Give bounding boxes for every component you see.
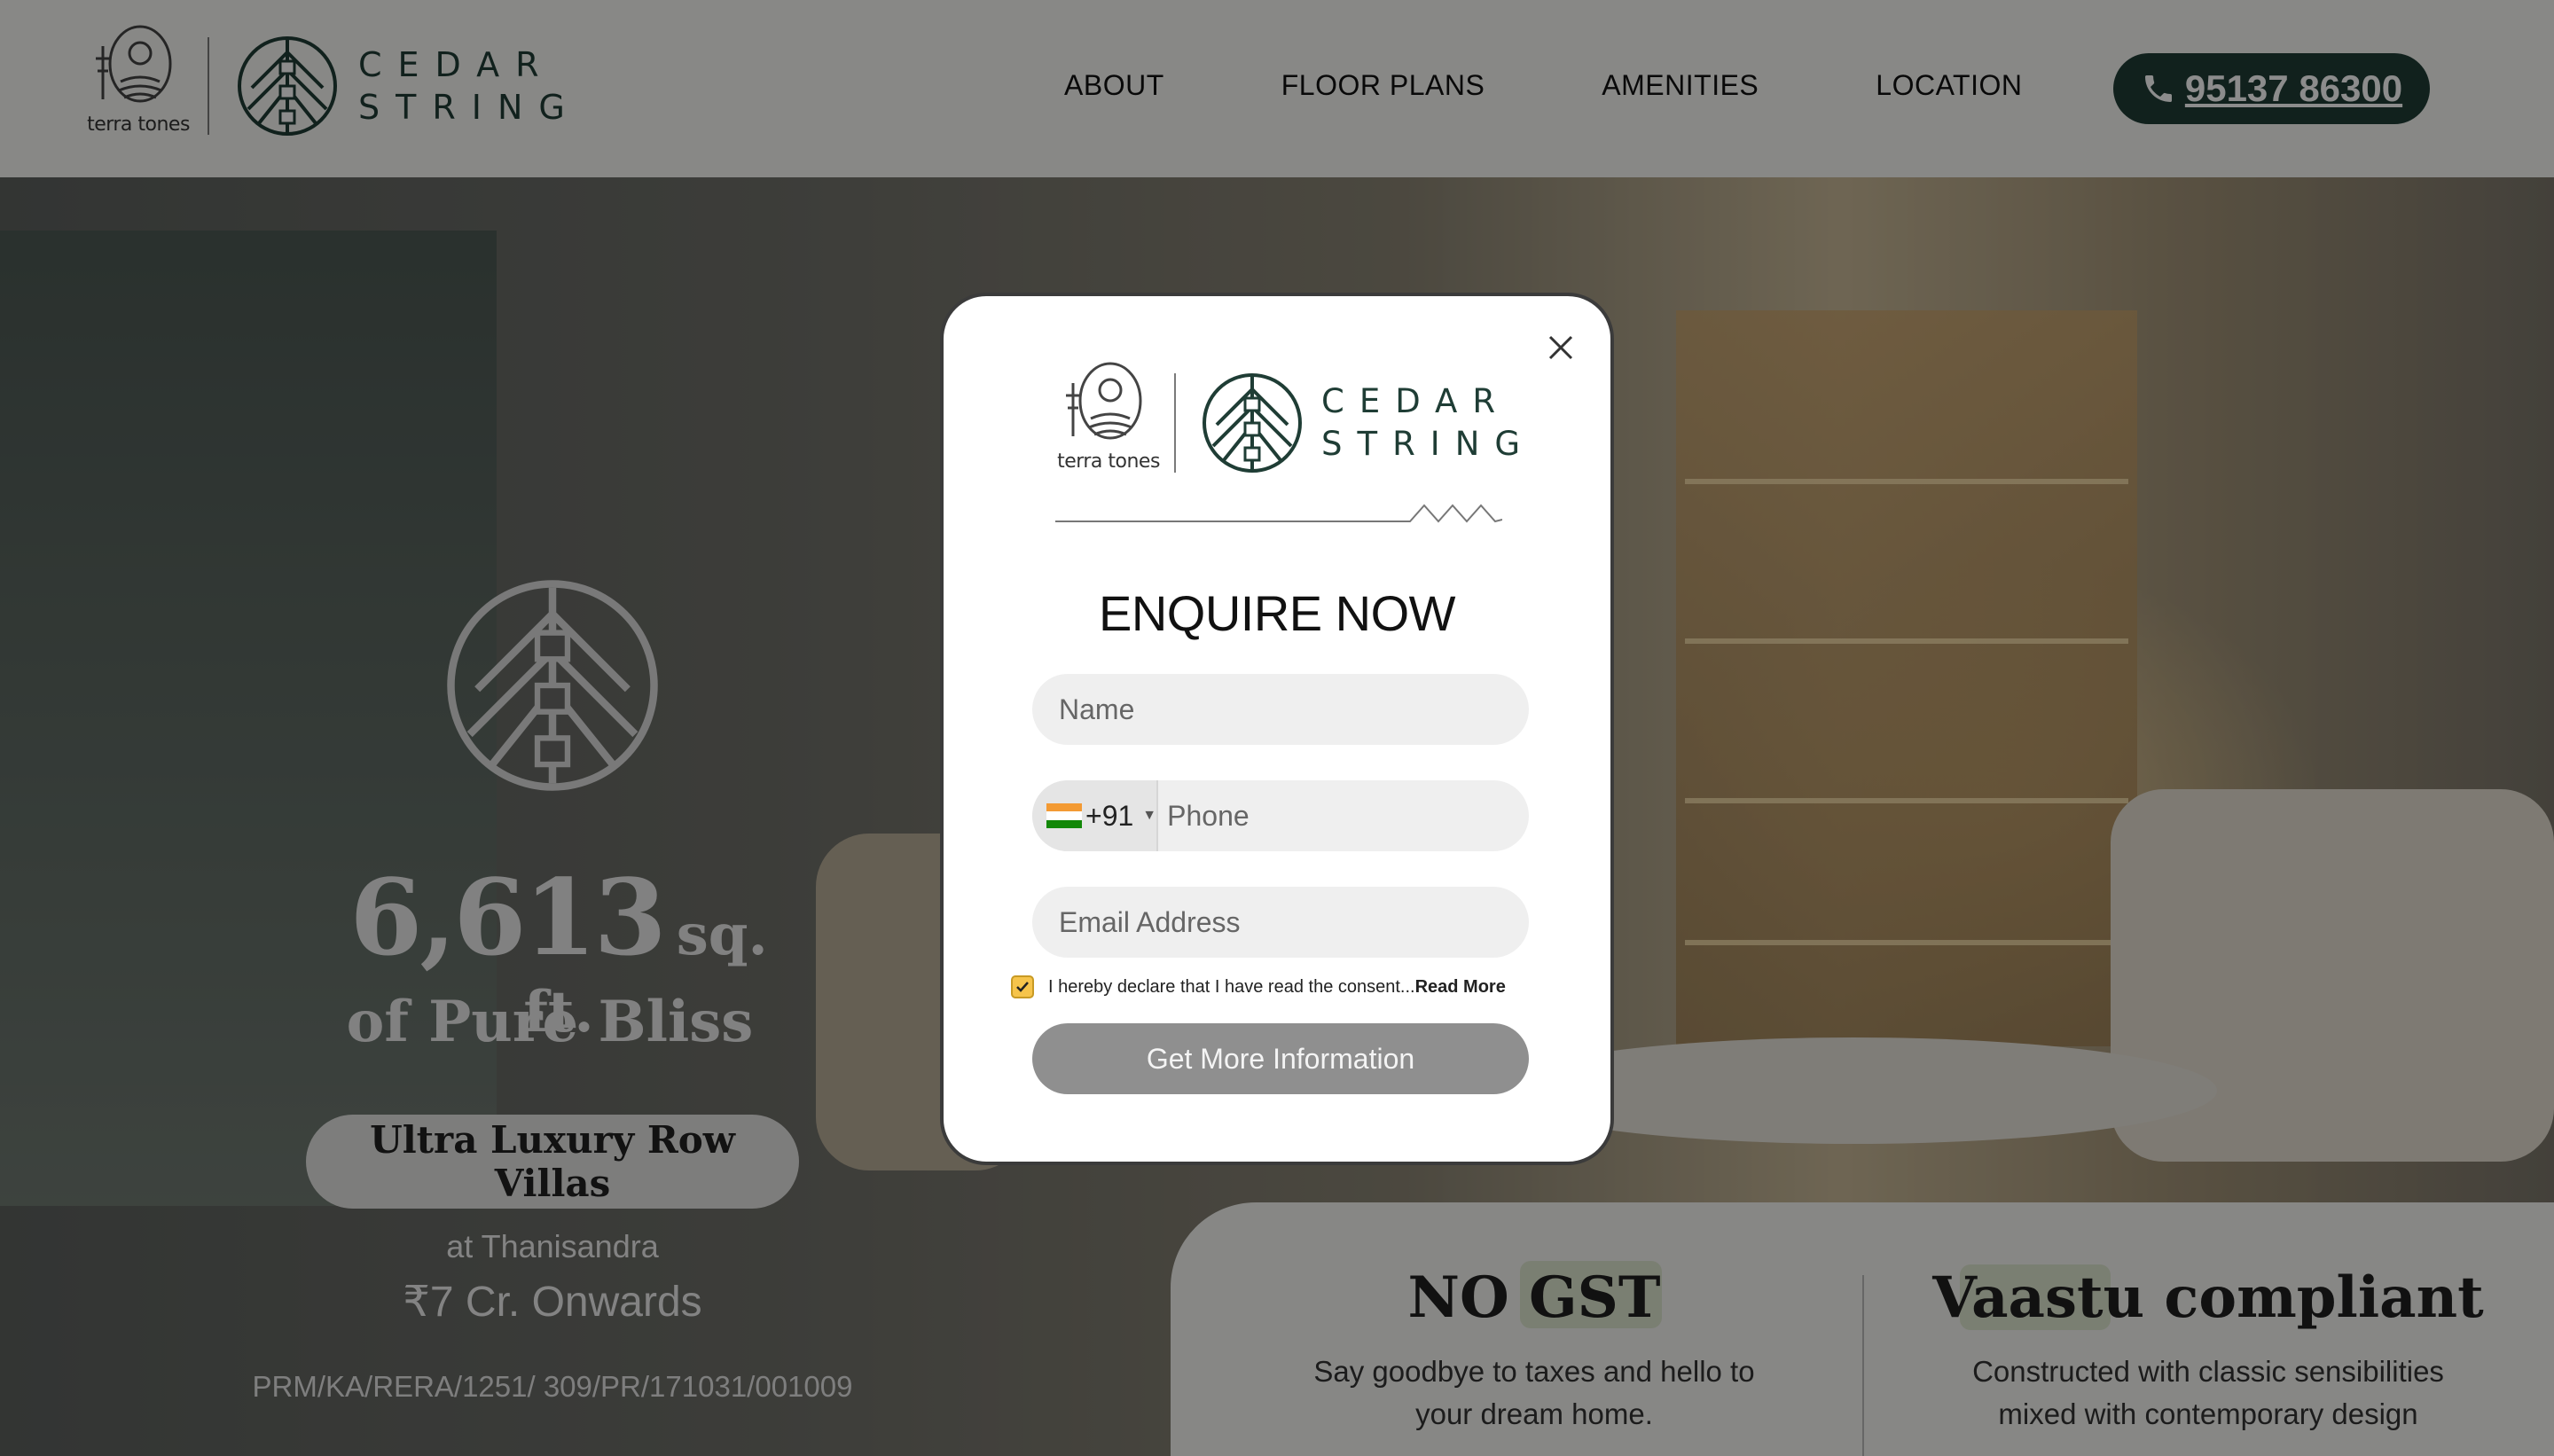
read-more-link[interactable]: Read More bbox=[1415, 977, 1506, 998]
phone-input[interactable] bbox=[1158, 780, 1529, 851]
close-icon[interactable] bbox=[1543, 330, 1579, 365]
checkmark-icon bbox=[1016, 982, 1029, 992]
country-code-select[interactable]: +91 ▼ bbox=[1032, 780, 1159, 851]
consent-row: I hereby declare that I have read the co… bbox=[1011, 975, 1506, 998]
terra-tones-emblem-icon bbox=[1066, 362, 1142, 440]
wordmark-line-1: CEDAR bbox=[1321, 382, 1511, 420]
modal-brand-logo: terra tones CEDAR STRING bbox=[1055, 356, 1535, 489]
modal-title: ENQUIRE NOW bbox=[1098, 585, 1456, 641]
submit-button[interactable]: Get More Information bbox=[1032, 1023, 1529, 1094]
decorative-line bbox=[1055, 504, 1502, 523]
chevron-down-icon: ▼ bbox=[1142, 808, 1157, 823]
cedar-string-wordmark: CEDAR STRING bbox=[1321, 380, 1535, 466]
terra-tones-logo: terra tones bbox=[1055, 356, 1162, 489]
name-input[interactable] bbox=[1032, 674, 1529, 745]
wordmark-line-2: STRING bbox=[1321, 425, 1536, 463]
terra-tones-text: terra tones bbox=[1057, 450, 1160, 473]
email-field bbox=[1032, 887, 1529, 958]
enquiry-modal: terra tones CEDAR STRING ENQUIRE NOW Nam… bbox=[940, 293, 1614, 1165]
logo-divider bbox=[1174, 373, 1176, 473]
name-field bbox=[1032, 674, 1529, 745]
country-code: +91 bbox=[1085, 799, 1134, 832]
phone-field: +91 ▼ bbox=[1032, 780, 1529, 851]
india-flag-icon bbox=[1046, 803, 1082, 828]
consent-text: I hereby declare that I have read the co… bbox=[1048, 976, 1415, 997]
cedar-string-emblem-icon bbox=[1203, 373, 1302, 473]
consent-checkbox[interactable] bbox=[1011, 975, 1034, 998]
email-input[interactable] bbox=[1032, 887, 1529, 958]
feature-title: Vaastu compliant bbox=[1932, 1264, 2484, 1331]
